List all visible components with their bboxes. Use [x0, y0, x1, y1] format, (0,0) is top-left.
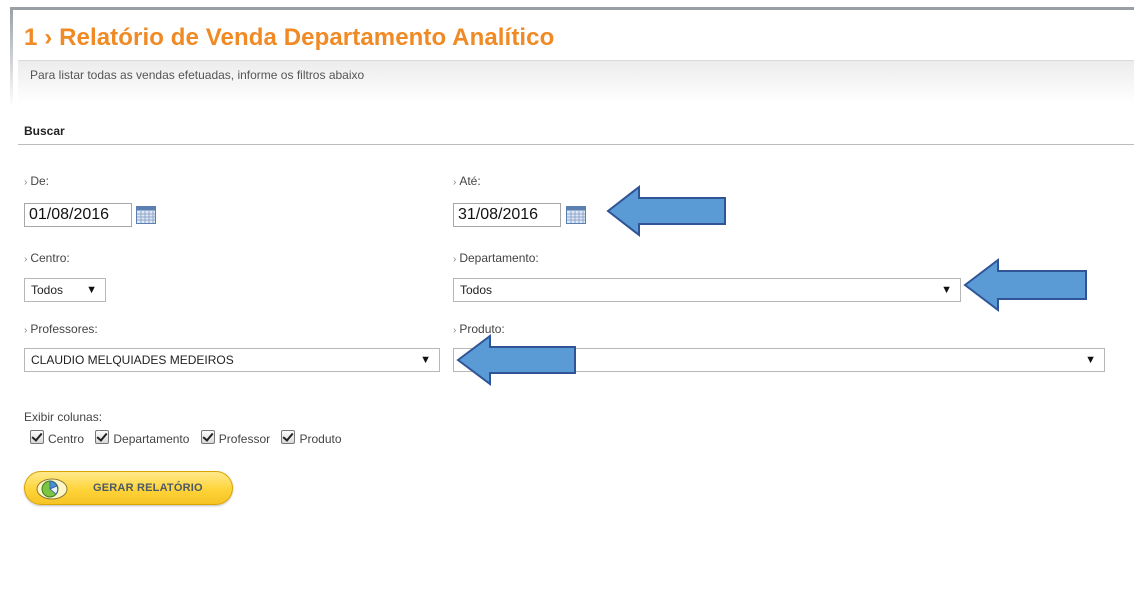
calendar-icon[interactable]	[136, 206, 156, 224]
professores-select[interactable]: CLAUDIO MELQUIADES MEDEIROS ▼	[24, 348, 440, 372]
generate-report-button[interactable]: GERAR RELATÓRIO	[24, 471, 233, 505]
chart-icon	[36, 478, 68, 500]
section-title-buscar: Buscar	[24, 124, 65, 138]
left-border	[10, 7, 13, 107]
page-subtitle: Para listar todas as vendas efetuadas, i…	[30, 68, 365, 82]
arrow-left-icon	[456, 334, 576, 386]
chevron-down-icon: ▼	[86, 284, 97, 296]
ate-label: › Até:	[453, 174, 481, 188]
section-divider	[18, 144, 1134, 145]
date-from-input[interactable]: 01/08/2016	[24, 203, 132, 227]
departamento-label: › Departamento:	[453, 251, 539, 265]
column-option-centro[interactable]: Centro	[30, 430, 84, 446]
professores-label: › Professores:	[24, 322, 98, 336]
checkbox-professor[interactable]	[200, 430, 215, 444]
columns-checkbox-group: Centro Departamento Professor Produto	[30, 430, 350, 446]
column-option-professor[interactable]: Professor	[200, 430, 270, 446]
de-label: › De:	[24, 174, 50, 188]
calendar-icon[interactable]	[566, 206, 586, 224]
checkbox-produto[interactable]	[281, 430, 296, 444]
departamento-select[interactable]: Todos ▼	[453, 278, 961, 302]
checkbox-departamento[interactable]	[95, 430, 110, 444]
page-title: 1 › Relatório de Venda Departamento Anal…	[24, 24, 555, 51]
column-option-departamento[interactable]: Departamento	[95, 430, 189, 446]
column-option-produto[interactable]: Produto	[281, 430, 342, 446]
columns-label: Exibir colunas:	[24, 410, 103, 424]
arrow-left-icon	[606, 184, 726, 238]
arrow-left-icon	[963, 257, 1087, 313]
chevron-down-icon: ▼	[1085, 354, 1096, 366]
centro-label: › Centro:	[24, 251, 70, 265]
top-border	[10, 7, 1134, 10]
centro-select[interactable]: Todos ▼	[24, 278, 106, 302]
checkbox-centro[interactable]	[30, 430, 44, 444]
date-to-input[interactable]: 31/08/2016	[453, 203, 561, 227]
chevron-down-icon: ▼	[420, 354, 431, 366]
chevron-down-icon: ▼	[941, 284, 952, 296]
